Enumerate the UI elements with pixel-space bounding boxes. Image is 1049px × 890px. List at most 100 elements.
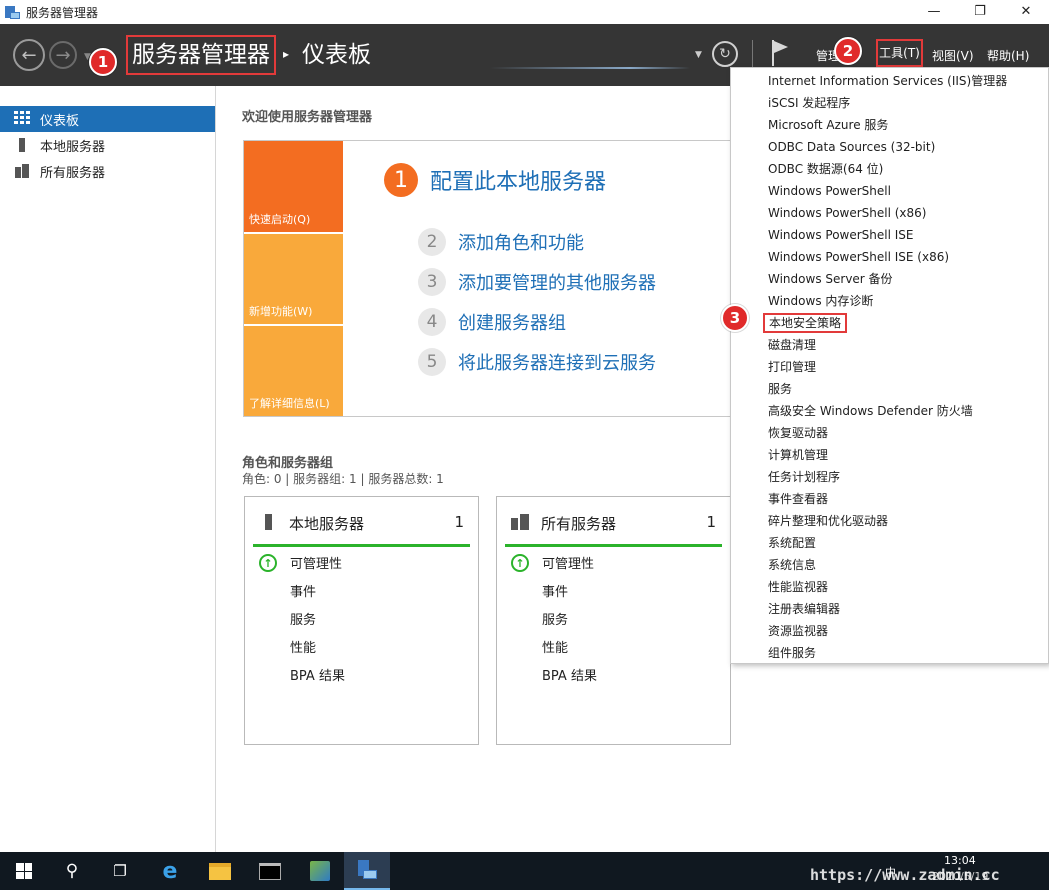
card-count: 1 [454,513,464,531]
tools-item-performance-monitor[interactable]: 性能监视器 [768,577,828,597]
breadcrumb-root[interactable]: 服务器管理器 [126,35,276,75]
forward-button[interactable]: → [49,41,77,69]
tools-item-azure[interactable]: Microsoft Azure 服务 [768,115,888,135]
task-view-button[interactable]: ❐ [96,852,144,890]
card-row-services[interactable]: 服务 [542,609,568,628]
window-title: 服务器管理器 [26,5,99,20]
tools-item-registry-editor[interactable]: 注册表编辑器 [768,599,840,619]
refresh-button[interactable]: ↻ [712,41,738,67]
server-config-taskbar-button[interactable] [296,852,344,890]
close-button[interactable]: ✕ [1003,0,1049,22]
status-up-arrow-icon: ↑ [511,554,529,572]
menu-view[interactable]: 视图(V) [932,47,974,64]
start-button[interactable] [0,852,48,890]
card-row-performance[interactable]: 性能 [542,637,568,656]
step-create-server-group[interactable]: 4 创建服务器组 [418,308,566,336]
step-link[interactable]: 添加要管理的其他服务器 [458,269,656,295]
card-all-servers[interactable]: 所有服务器 1 ↑ 可管理性 事件 服务 性能 BPA 结果 [496,496,731,745]
tools-item-recovery-drive[interactable]: 恢复驱动器 [768,423,828,443]
tools-item-print-management[interactable]: 打印管理 [768,357,816,377]
tile-quick-start[interactable]: 快速启动(Q) [244,141,343,232]
maximize-button[interactable]: ❐ [957,0,1003,22]
sidebar-item-all-servers[interactable]: 所有服务器 [0,158,215,184]
command-prompt-icon [259,862,281,880]
card-local-server[interactable]: 本地服务器 1 ↑ 可管理性 事件 服务 性能 BPA 结果 [244,496,479,745]
tools-item-memory-diagnostic[interactable]: Windows 内存诊断 [768,291,873,311]
tools-item-services[interactable]: 服务 [768,379,792,399]
arrow-right-icon: → [55,44,71,66]
tools-item-firewall[interactable]: 高级安全 Windows Defender 防火墙 [768,401,973,421]
tools-item-defragment[interactable]: 碎片整理和优化驱动器 [768,511,888,531]
welcome-title: 欢迎使用服务器管理器 [242,110,373,125]
tile-learn-more[interactable]: 了解详细信息(L) [244,326,343,416]
card-row-services[interactable]: 服务 [290,609,316,628]
tools-item-odbc32[interactable]: ODBC Data Sources (32-bit) [768,137,935,157]
card-header[interactable]: 本地服务器 1 [253,511,470,547]
card-title: 本地服务器 [289,515,365,533]
sidebar: 仪表板 本地服务器 所有服务器 [0,86,216,852]
callout-3: 3 [721,304,749,332]
card-header[interactable]: 所有服务器 1 [505,511,722,547]
tools-item-odbc64[interactable]: ODBC 数据源(64 位) [768,159,883,179]
notifications-flag-icon[interactable] [770,40,790,66]
server-icon [259,513,279,533]
tools-item-disk-cleanup[interactable]: 磁盘清理 [768,335,816,355]
step-link[interactable]: 配置此本地服务器 [430,164,606,196]
tools-item-powershell-ise-x86[interactable]: Windows PowerShell ISE (x86) [768,247,949,267]
tools-item-event-viewer[interactable]: 事件查看器 [768,489,828,509]
sidebar-item-dashboard[interactable]: 仪表板 [0,106,215,132]
tools-item-powershell-x86[interactable]: Windows PowerShell (x86) [768,203,926,223]
card-row-events[interactable]: 事件 [542,581,568,600]
refresh-progress-line [490,67,690,69]
card-row-events[interactable]: 事件 [290,581,316,600]
search-button[interactable]: ⚲ [48,852,96,890]
tools-item-powershell[interactable]: Windows PowerShell [768,181,891,201]
task-view-icon: ❐ [113,862,127,880]
step-number: 2 [418,228,446,256]
watermark-text: https://www.zadmin.cc [810,866,1000,884]
back-button[interactable]: ← [13,39,45,71]
card-row-manageability[interactable]: 可管理性 [542,553,594,572]
breadcrumb-current-page: 仪表板 [302,42,371,68]
search-icon: ⚲ [65,861,79,881]
server-manager-taskbar-button[interactable] [344,852,390,890]
tools-item-task-scheduler[interactable]: 任务计划程序 [768,467,840,487]
card-row-performance[interactable]: 性能 [290,637,316,656]
tools-item-resource-monitor[interactable]: 资源监视器 [768,621,828,641]
step-add-servers[interactable]: 3 添加要管理的其他服务器 [418,268,656,296]
minimize-button[interactable]: — [911,0,957,22]
tools-item-system-configuration[interactable]: 系统配置 [768,533,816,553]
tools-item-local-security-policy[interactable]: 本地安全策略 [763,313,848,333]
tile-whats-new[interactable]: 新增功能(W) [244,234,343,324]
step-add-roles[interactable]: 2 添加角色和功能 [418,228,584,256]
cmd-taskbar-button[interactable] [246,852,294,890]
tools-item-iscsi[interactable]: iSCSI 发起程序 [768,93,850,113]
refresh-icon: ↻ [719,46,731,62]
step-link[interactable]: 将此服务器连接到云服务 [458,349,656,375]
status-up-arrow-icon: ↑ [259,554,277,572]
menu-tools[interactable]: 工具(T) [876,39,923,67]
card-row-bpa[interactable]: BPA 结果 [542,665,597,684]
step-link[interactable]: 添加角色和功能 [458,229,584,255]
ie-taskbar-button[interactable]: e [146,852,194,890]
step-configure-local-server[interactable]: 1 配置此本地服务器 [384,163,606,197]
tools-item-powershell-ise[interactable]: Windows PowerShell ISE [768,225,914,245]
tools-item-component-services[interactable]: 组件服务 [768,643,816,663]
refresh-dropdown-icon[interactable]: ▼ [695,50,702,60]
tools-item-server-backup[interactable]: Windows Server 备份 [768,269,893,289]
step-connect-cloud[interactable]: 5 将此服务器连接到云服务 [418,348,656,376]
step-link[interactable]: 创建服务器组 [458,309,566,335]
tools-item-iis[interactable]: Internet Information Services (IIS)管理器 [768,71,1007,91]
internet-explorer-icon: e [162,858,178,884]
roles-summary: 角色: 0 | 服务器组: 1 | 服务器总数: 1 [242,472,444,486]
explorer-taskbar-button[interactable] [196,852,244,890]
card-row-bpa[interactable]: BPA 结果 [290,665,345,684]
card-row-manageability[interactable]: 可管理性 [290,553,342,572]
tools-item-system-information[interactable]: 系统信息 [768,555,816,575]
roles-section-title: 角色和服务器组 [242,456,334,471]
tools-item-computer-management[interactable]: 计算机管理 [768,445,828,465]
card-title: 所有服务器 [541,515,617,533]
servers-icon [511,513,531,533]
menu-help[interactable]: 帮助(H) [987,47,1029,64]
sidebar-item-local-server[interactable]: 本地服务器 [0,132,215,158]
